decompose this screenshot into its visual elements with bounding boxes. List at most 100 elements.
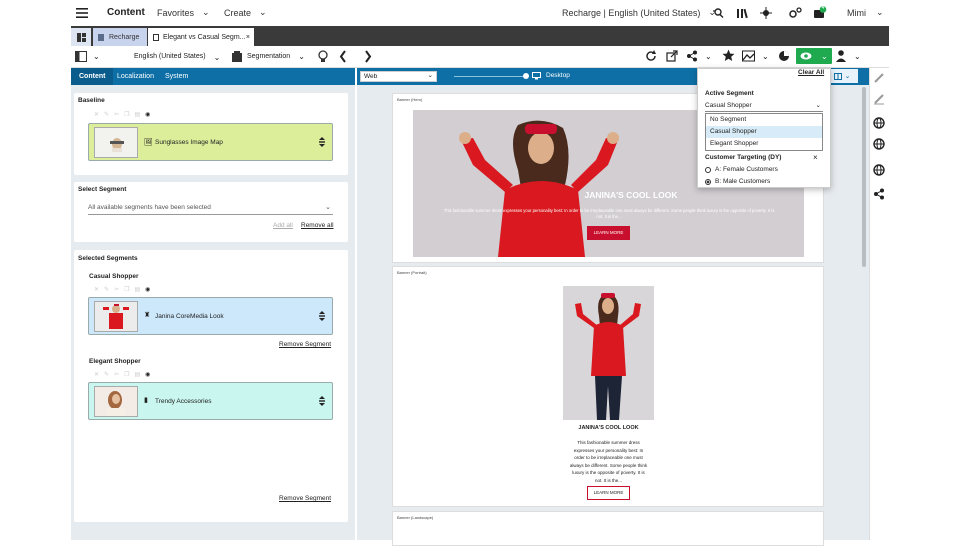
eye-icon[interactable]: ◉ xyxy=(145,286,150,293)
landscape-banner[interactable]: Banner (Landscape) xyxy=(392,511,824,546)
radio-male-customers[interactable]: B: Male Customers xyxy=(705,178,770,185)
remove-all-link[interactable]: Remove all xyxy=(301,222,334,229)
selected-segments-title: Selected Segments xyxy=(78,255,138,262)
channel-select[interactable]: Web ⌄ xyxy=(360,71,437,82)
site-icon xyxy=(98,33,104,41)
radio-icon xyxy=(705,166,711,173)
copy-icon[interactable]: ❐ xyxy=(124,371,129,378)
device-label: Desktop xyxy=(546,72,570,79)
cut-icon[interactable]: ✂ xyxy=(114,286,119,293)
hamburger-menu-icon[interactable] xyxy=(76,0,88,25)
option-casual-shopper[interactable]: Casual Shopper xyxy=(706,126,822,138)
chevron-down-icon: ⌄ xyxy=(202,7,210,17)
collapse-left-icon[interactable] xyxy=(339,50,347,63)
segment-preview-button[interactable]: ⌄ xyxy=(796,48,832,64)
chevron-down-icon: ⌄ xyxy=(298,52,305,61)
tab-content[interactable]: Content xyxy=(71,68,114,85)
copy-icon[interactable]: ❐ xyxy=(124,286,129,293)
paste-icon[interactable]: ▤ xyxy=(134,286,140,293)
split-view-icon[interactable] xyxy=(833,72,842,80)
cut-icon[interactable]: ✂ xyxy=(114,371,119,378)
portrait-learn-more-button[interactable]: LEARN MORE xyxy=(587,486,630,500)
image-map-icon[interactable]: ⌄ xyxy=(742,50,769,62)
radio-label: B: Male Customers xyxy=(715,178,771,185)
cut-icon[interactable]: ✂ xyxy=(114,111,119,118)
edit-icon[interactable] xyxy=(873,72,885,84)
pencil-icon[interactable]: ✎ xyxy=(104,371,109,378)
favorites-menu[interactable]: Favorites ⌄ xyxy=(157,0,210,25)
tab-bar: Recharge Elegant vs Casual Segm... × xyxy=(71,26,889,46)
drag-handle-icon[interactable] xyxy=(318,396,326,406)
paste-icon[interactable]: ▤ xyxy=(134,111,140,118)
drag-handle-icon[interactable] xyxy=(318,137,326,147)
reload-icon[interactable] xyxy=(645,50,657,62)
tab-elegant-vs-casual[interactable]: Elegant vs Casual Segm... × xyxy=(148,28,254,46)
time-travel-icon[interactable] xyxy=(778,50,790,62)
notifications-icon[interactable]: 4 xyxy=(813,0,827,25)
site-selector[interactable]: Recharge | English (United States) ⌄ xyxy=(562,0,716,25)
pen-icon[interactable] xyxy=(873,93,885,105)
globe-cancel-icon[interactable] xyxy=(873,138,885,150)
segmentation-selector[interactable]: Segmentation ⌄ xyxy=(232,51,305,62)
search-icon[interactable] xyxy=(712,0,724,25)
chevron-down-icon: ⌄ xyxy=(876,7,884,17)
close-icon[interactable]: × xyxy=(246,34,250,41)
clear-all-link[interactable]: Clear All xyxy=(798,69,824,76)
zoom-slider-track[interactable] xyxy=(454,76,526,77)
star-icon[interactable] xyxy=(722,49,735,62)
slot-toolbar: ✕ ✎ ✂ ❐ ▤ ◉ xyxy=(94,371,150,378)
close-icon[interactable]: ✕ xyxy=(94,286,99,293)
option-no-segment[interactable]: No Segment xyxy=(706,114,822,126)
radio-female-customers[interactable]: A: Female Customers xyxy=(705,166,778,173)
locale-selector[interactable]: English (United States) ⌄ xyxy=(134,53,220,62)
casual-shopper-slot[interactable]: ♜ Janina CoreMedia Look xyxy=(88,297,333,335)
segment-select[interactable]: All available segments have been selecte… xyxy=(88,204,333,215)
pencil-icon[interactable]: ✎ xyxy=(104,111,109,118)
open-external-icon[interactable] xyxy=(666,50,678,62)
zoom-slider-thumb[interactable] xyxy=(523,73,529,79)
eye-icon[interactable]: ◉ xyxy=(145,111,150,118)
globe-sync-icon[interactable] xyxy=(873,117,885,129)
share-icon[interactable] xyxy=(873,188,885,200)
preview-scrollbar[interactable] xyxy=(862,87,866,267)
select-segment-card: Select Segment All available segments ha… xyxy=(74,182,348,242)
tab-recharge[interactable]: Recharge xyxy=(93,28,147,46)
tab-localization[interactable]: Localization xyxy=(109,68,162,85)
close-icon[interactable]: ✕ xyxy=(94,371,99,378)
select-segment-title: Select Segment xyxy=(78,186,127,193)
segment-select-placeholder: All available segments have been selecte… xyxy=(88,204,211,211)
layout-switch[interactable]: ⌄ xyxy=(75,51,100,62)
close-icon[interactable]: × xyxy=(813,153,818,162)
hero-learn-more-button[interactable]: LEARN MORE xyxy=(587,226,630,240)
workflow-icon[interactable] xyxy=(789,0,802,25)
remove-segment-link[interactable]: Remove Segment xyxy=(279,341,331,348)
copy-icon[interactable]: ❐ xyxy=(124,111,129,118)
crosshair-icon[interactable] xyxy=(760,0,772,25)
baseline-slot[interactable]: 🖼 Sunglasses Image Map xyxy=(88,123,333,161)
portrait-banner[interactable]: Banner (Portrait) JANINA'S COOL LOOK Thi… xyxy=(392,266,824,507)
paste-icon[interactable]: ▤ xyxy=(134,371,140,378)
close-icon[interactable]: ✕ xyxy=(94,111,99,118)
baseline-card: Baseline ✕ ✎ ✂ ❐ ▤ ◉ 🖼 Sunglasses Image Map xyxy=(74,93,348,175)
remove-segment-link[interactable]: Remove Segment xyxy=(279,495,331,502)
eye-icon[interactable]: ◉ xyxy=(145,371,150,378)
dashboard-icon[interactable] xyxy=(71,28,91,46)
globe-check-icon[interactable] xyxy=(873,164,885,176)
expand-right-icon[interactable] xyxy=(364,50,372,63)
portrait-text-line: not. It is the... xyxy=(594,477,622,483)
option-elegant-shopper[interactable]: Elegant Shopper xyxy=(706,138,822,150)
add-all-link[interactable]: Add all xyxy=(273,222,293,229)
active-segment-select[interactable]: Casual Shopper ⌄ xyxy=(705,102,823,112)
tab-system[interactable]: System xyxy=(157,68,196,85)
document-icon xyxy=(153,33,159,41)
drag-handle-icon[interactable] xyxy=(318,311,326,321)
elegant-shopper-slot[interactable]: ▮ Trendy Accessories xyxy=(88,382,333,420)
lightbulb-icon[interactable] xyxy=(318,50,328,63)
share-icon[interactable]: ⌄ xyxy=(686,50,712,62)
pencil-icon[interactable]: ✎ xyxy=(104,286,109,293)
create-menu[interactable]: Create ⌄ xyxy=(224,0,267,25)
app-title: Content xyxy=(107,7,145,18)
user-preview-icon[interactable]: ⌄ xyxy=(836,50,861,62)
library-icon[interactable] xyxy=(736,0,748,25)
user-menu[interactable]: Mimi ⌄ xyxy=(847,0,884,25)
